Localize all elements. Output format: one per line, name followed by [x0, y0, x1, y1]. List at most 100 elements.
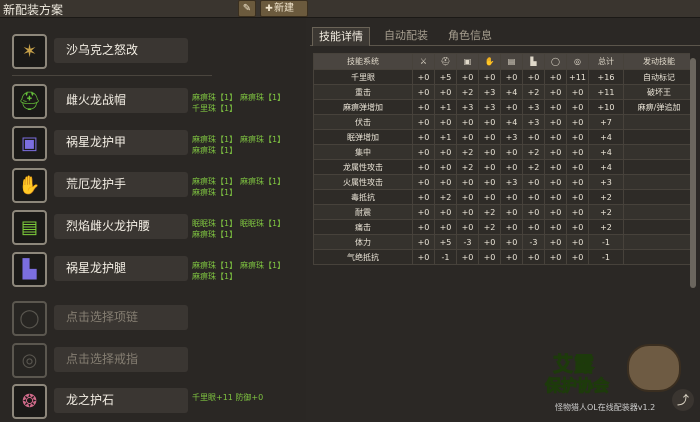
skill-value-cell: +0	[456, 129, 479, 145]
skill-value-cell: +0	[522, 69, 545, 85]
skill-total-cell: +2	[588, 219, 624, 235]
decoration-slot[interactable]: 麻痹珠【1】	[192, 145, 240, 156]
skill-name-cell: 麻痹弹增加	[313, 99, 413, 115]
skill-name-cell: 痛击	[313, 219, 413, 235]
equip-slot-ring[interactable]: ◎ 点击选择戒指	[12, 343, 302, 381]
active-skill-cell: 破坏王	[623, 84, 695, 100]
table-row: 伏击 +0 +0 +0 +0 +4 +3 +0 +0 +7	[313, 114, 695, 130]
skill-value-cell: +0	[456, 69, 479, 85]
skill-value-cell: +0	[566, 114, 589, 130]
skill-total-cell: +11	[588, 84, 624, 100]
waist-icon: ▤	[12, 210, 47, 245]
weapon-icon: ⚔	[412, 53, 435, 70]
decoration-slot[interactable]: 麻痹珠【1】	[192, 134, 240, 145]
skill-total-cell: +3	[588, 174, 624, 190]
equip-slot-weapon[interactable]: ✶ 沙乌克之怒改	[12, 34, 302, 72]
equip-name[interactable]: 荒厄龙护手	[54, 172, 188, 197]
skill-value-cell: +0	[566, 189, 589, 205]
decoration-slot[interactable]: 麻痹珠【1】	[192, 260, 240, 271]
equip-name[interactable]: 雌火龙战帽	[54, 88, 188, 113]
skill-value-cell: +0	[544, 189, 567, 205]
helmet-icon: ⛑	[434, 53, 457, 70]
equip-slot-charm[interactable]: ❂ 龙之护石 千里眼+11 防御+0	[12, 384, 302, 422]
decoration-slot[interactable]: 麻痹珠【1】	[192, 271, 240, 282]
skill-value-cell: +0	[566, 219, 589, 235]
skill-name-cell: 眠弹增加	[313, 129, 413, 145]
equip-name[interactable]: 沙乌克之怒改	[54, 38, 188, 63]
decoration-slot[interactable]: 麻痹珠【1】	[192, 229, 240, 240]
watermark-line2: 保护协会	[544, 376, 610, 396]
active-skill-cell	[623, 189, 695, 205]
skill-value-cell: +0	[522, 189, 545, 205]
skill-value-cell: +0	[412, 234, 435, 250]
skill-value-cell: +0	[544, 234, 567, 250]
skill-name-cell: 毒抵抗	[313, 189, 413, 205]
decoration-slot[interactable]: 麻痹珠【1】	[240, 92, 288, 103]
skill-value-cell: +0	[478, 114, 501, 130]
skill-value-cell: +1	[434, 129, 457, 145]
equip-slot-chest[interactable]: ▣ 祸星龙护甲 麻痹珠【1】 麻痹珠【1】 麻痹珠【1】	[12, 126, 302, 164]
skill-value-cell: +0	[566, 234, 589, 250]
arm-icon: ✋	[478, 53, 501, 70]
skill-value-cell: +0	[500, 249, 523, 265]
plan-title: 新配装方案	[3, 3, 64, 17]
scrollbar-thumb[interactable]	[690, 58, 696, 288]
skill-value-cell: +0	[412, 129, 435, 145]
decoration-slot[interactable]: 麻痹珠【1】	[192, 92, 240, 103]
skill-value-cell: +0	[434, 174, 457, 190]
equip-slot-necklace[interactable]: ◯ 点击选择项链	[12, 301, 302, 339]
edit-plan-button[interactable]: ✎	[238, 0, 256, 17]
decoration-slot[interactable]: 麻痹珠【1】	[240, 176, 288, 187]
skill-value-cell: +0	[478, 189, 501, 205]
equip-name[interactable]: 点击选择戒指	[54, 347, 188, 372]
equip-slot-waist[interactable]: ▤ 烈焰雌火龙护腰 眠眠珠【1】 眠眠珠【1】 麻痹珠【1】	[12, 210, 302, 248]
decoration-list: 眠眠珠【1】 眠眠珠【1】 麻痹珠【1】	[192, 218, 302, 240]
skill-value-cell: -3	[456, 234, 479, 250]
skill-value-cell: +0	[544, 174, 567, 190]
watermark-logo: 艾露 保护协会 怪物猎人OL在线配装器v1.2	[544, 340, 695, 420]
decoration-slot[interactable]: 眠眠珠【1】	[240, 218, 288, 229]
decoration-slot[interactable]: 麻痹珠【1】	[192, 187, 240, 198]
skill-value-cell: +0	[456, 114, 479, 130]
skill-value-cell: +0	[566, 174, 589, 190]
active-skill-cell	[623, 159, 695, 175]
skill-value-cell: +0	[412, 204, 435, 220]
decoration-slot[interactable]: 麻痹珠【1】	[192, 176, 240, 187]
equip-slot-arm[interactable]: ✋ 荒厄龙护手 麻痹珠【1】 麻痹珠【1】 麻痹珠【1】	[12, 168, 302, 206]
tab-auto-build[interactable]: 自动配装	[378, 27, 434, 45]
decoration-slot[interactable]: 麻痹珠【1】	[240, 260, 288, 271]
skill-value-cell: +0	[412, 69, 435, 85]
equip-name[interactable]: 烈焰雌火龙护腰	[54, 214, 188, 239]
decoration-list: 麻痹珠【1】 麻痹珠【1】 麻痹珠【1】	[192, 176, 302, 198]
skill-total-cell: +2	[588, 189, 624, 205]
skill-value-cell: +11	[566, 69, 589, 85]
new-plan-button[interactable]: ✚新建	[260, 0, 308, 17]
equip-slot-helmet[interactable]: ⛑ 雌火龙战帽 麻痹珠【1】 麻痹珠【1】 千里珠【1】	[12, 84, 302, 122]
equip-name[interactable]: 点击选择项链	[54, 305, 188, 330]
skill-value-cell: +0	[500, 69, 523, 85]
skill-value-cell: +2	[478, 204, 501, 220]
skill-value-cell: +5	[434, 69, 457, 85]
skill-name-cell: 重击	[313, 84, 413, 100]
decoration-slot[interactable]: 麻痹珠【1】	[240, 134, 288, 145]
share-icon[interactable]: ⤴	[672, 389, 694, 411]
decoration-slot[interactable]: 千里珠【1】	[192, 103, 240, 114]
equip-name[interactable]: 祸星龙护腿	[54, 256, 188, 281]
necklace-icon: ◯	[12, 301, 47, 336]
skill-value-cell: +0	[566, 249, 589, 265]
equip-slot-leg[interactable]: ▙ 祸星龙护腿 麻痹珠【1】 麻痹珠【1】 麻痹珠【1】	[12, 252, 302, 290]
skill-value-cell: +0	[434, 159, 457, 175]
skill-name-cell: 体力	[313, 234, 413, 250]
active-skill-cell	[623, 204, 695, 220]
skill-total-cell: +16	[588, 69, 624, 85]
skill-name-cell: 气绝抵抗	[313, 249, 413, 265]
helmet-icon: ⛑	[12, 84, 47, 119]
skill-value-cell: +0	[412, 189, 435, 205]
tab-skill-details[interactable]: 技能详情	[312, 27, 370, 46]
tab-character-info[interactable]: 角色信息	[442, 27, 498, 45]
decoration-slot[interactable]: 眠眠珠【1】	[192, 218, 240, 229]
skill-value-cell: +0	[456, 189, 479, 205]
equip-name[interactable]: 祸星龙护甲	[54, 130, 188, 155]
skill-value-cell: +0	[566, 144, 589, 160]
equip-name[interactable]: 龙之护石	[54, 388, 188, 413]
